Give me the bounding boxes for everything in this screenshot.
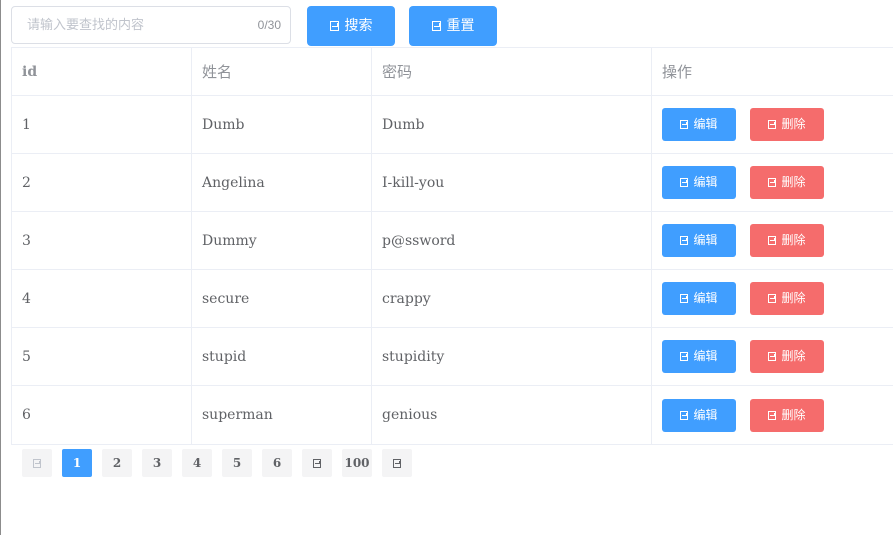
table-row: 4 secure crappy 编辑 删除 <box>12 270 893 328</box>
table-row: 5 stupid stupidity 编辑 删除 <box>12 328 893 386</box>
edit-button[interactable]: 编辑 <box>662 398 736 432</box>
cell-name: Dumb <box>192 96 372 153</box>
cell-actions: 编辑 删除 <box>652 270 893 327</box>
reset-button-label: 重置 <box>446 18 475 34</box>
cell-id: 6 <box>12 386 192 444</box>
app-window: 0/30 搜索 重置 id 姓名 密码 操作 1DumbDumb编辑删除2Ang… <box>0 0 893 535</box>
delete-icon <box>768 178 777 187</box>
cell-name: Dummy <box>192 212 372 269</box>
edit-button-label: 编辑 <box>693 117 718 131</box>
edit-button-label: 编辑 <box>693 291 718 305</box>
pagination-more-button[interactable] <box>302 449 332 477</box>
cell-name: superman <box>192 386 372 444</box>
pagination-page-1[interactable]: 1 <box>62 449 92 477</box>
column-header-id[interactable]: id <box>12 48 192 95</box>
search-button[interactable]: 搜索 <box>307 6 395 46</box>
search-field[interactable]: 0/30 <box>11 6 291 44</box>
table-row: 6 superman genious 编辑 删除 <box>12 386 893 444</box>
table-body: 1 Dumb Dumb 编辑 删除 2 Angelina I-kill-you 编辑 删除 3 Dum… <box>12 96 893 444</box>
search-button-label: 搜索 <box>344 18 373 34</box>
delete-button-label: 删除 <box>781 407 806 422</box>
edit-icon <box>680 178 689 187</box>
cell-password: crappy <box>372 270 652 327</box>
cell-actions: 编辑 删除 <box>652 212 893 269</box>
cell-password: I-kill-you <box>372 154 652 211</box>
delete-icon <box>768 236 777 245</box>
search-icon <box>329 21 339 31</box>
delete-icon <box>768 294 777 303</box>
edit-button-label: 编辑 <box>693 349 718 363</box>
edit-icon <box>680 120 689 129</box>
cell-id: 3 <box>12 212 192 269</box>
delete-icon <box>768 120 777 129</box>
edit-button-label: 编辑 <box>693 407 718 422</box>
delete-button-label: 删除 <box>781 175 806 189</box>
cell-id: 5 <box>12 328 192 385</box>
cell-id: 4 <box>12 270 192 327</box>
search-char-counter: 0/30 <box>257 18 281 32</box>
pagination-next-button[interactable] <box>382 449 412 477</box>
delete-button[interactable]: 删除 <box>750 166 824 199</box>
delete-button-label: 删除 <box>781 233 806 247</box>
chevron-right-icon <box>393 459 401 468</box>
refresh-icon <box>431 21 441 31</box>
reset-button[interactable]: 重置 <box>409 6 497 46</box>
pagination-page-6[interactable]: 6 <box>262 449 292 477</box>
column-header-name[interactable]: 姓名 <box>192 48 372 95</box>
user-table: id 姓名 密码 操作 1 Dumb Dumb 编辑 删除 2 Angelina I-kill… <box>11 47 893 445</box>
cell-password: stupidity <box>372 328 652 385</box>
edit-icon <box>680 294 689 303</box>
cell-actions: 编辑 删除 <box>652 386 893 444</box>
table-row: 2 Angelina I-kill-you 编辑 删除 <box>12 154 893 212</box>
column-header-actions: 操作 <box>662 63 693 81</box>
edit-button[interactable]: 编辑 <box>662 108 736 141</box>
cell-actions: 编辑 删除 <box>652 96 893 153</box>
delete-button[interactable]: 删除 <box>750 398 824 432</box>
edit-button[interactable]: 编辑 <box>662 340 736 373</box>
pagination-page-last[interactable]: 100 <box>342 449 372 477</box>
pagination-page-3[interactable]: 3 <box>142 449 172 477</box>
cell-password: p@ssword <box>372 212 652 269</box>
pagination-page-5[interactable]: 5 <box>222 449 252 477</box>
table-header-row: id 姓名 密码 操作 <box>12 48 893 96</box>
delete-icon <box>768 352 777 361</box>
table-row: 1 Dumb Dumb 编辑 删除 <box>12 96 893 154</box>
delete-button-label: 删除 <box>781 291 806 305</box>
cell-password: Dumb <box>372 96 652 153</box>
edit-button[interactable]: 编辑 <box>662 166 736 199</box>
delete-icon <box>768 410 777 420</box>
delete-button[interactable]: 删除 <box>750 224 824 257</box>
ellipsis-icon <box>313 459 321 468</box>
edit-icon <box>680 352 689 361</box>
cell-id: 1 <box>12 96 192 153</box>
edit-icon <box>680 236 689 245</box>
delete-button[interactable]: 删除 <box>750 108 824 141</box>
table-row: 3 Dummy p@ssword 编辑 删除 <box>12 212 893 270</box>
cell-name: secure <box>192 270 372 327</box>
delete-button-label: 删除 <box>781 117 806 131</box>
pagination: 1 2 3 4 5 6 100 <box>22 449 422 477</box>
edit-button[interactable]: 编辑 <box>662 282 736 315</box>
cell-name: stupid <box>192 328 372 385</box>
delete-button-label: 删除 <box>781 349 806 363</box>
cell-id: 2 <box>12 154 192 211</box>
chevron-left-icon <box>33 459 41 468</box>
delete-button[interactable]: 删除 <box>750 282 824 315</box>
search-input[interactable] <box>12 7 252 43</box>
pagination-page-4[interactable]: 4 <box>182 449 212 477</box>
delete-button[interactable]: 删除 <box>750 340 824 373</box>
column-header-password[interactable]: 密码 <box>372 48 652 95</box>
pagination-prev-button[interactable] <box>22 449 52 477</box>
cell-actions: 编辑 删除 <box>652 154 893 211</box>
cell-name: Angelina <box>192 154 372 211</box>
edit-button-label: 编辑 <box>693 233 718 247</box>
edit-button[interactable]: 编辑 <box>662 224 736 257</box>
pagination-page-2[interactable]: 2 <box>102 449 132 477</box>
edit-button-label: 编辑 <box>693 175 718 189</box>
cell-actions: 编辑 删除 <box>652 328 893 385</box>
cell-password: genious <box>372 386 652 444</box>
edit-icon <box>680 410 689 420</box>
